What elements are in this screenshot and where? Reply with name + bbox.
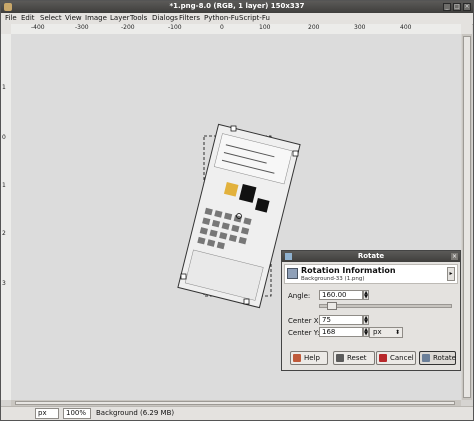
rotate-icon <box>287 268 298 279</box>
status-message: Background (6.29 MB) <box>96 409 175 417</box>
dialog-header: Rotation Information Background-33 (1.pn… <box>284 264 458 284</box>
dialog-close-icon[interactable]: × <box>451 253 458 260</box>
rotate-button-icon <box>422 354 430 362</box>
menu-python-fu[interactable]: Python-Fu <box>204 14 239 22</box>
ruler-label: 1 <box>2 182 6 189</box>
help-button[interactable]: Help <box>290 351 328 365</box>
menu-dialogs[interactable]: Dialogs <box>152 14 178 22</box>
maximize-icon[interactable]: □ <box>453 3 461 11</box>
dialog-title-bar[interactable]: Rotate × <box>282 251 460 262</box>
ruler-label: 0 <box>2 134 6 141</box>
ruler-label: 2 <box>2 230 6 237</box>
center-y-label: Center Y: <box>288 329 320 337</box>
menu-edit[interactable]: Edit <box>21 14 35 22</box>
center-y-input[interactable]: 168 <box>319 327 363 337</box>
ruler-label: 200 <box>308 24 320 31</box>
reset-label: Reset <box>347 354 367 362</box>
status-bar: px 100% Background (6.29 MB) <box>1 406 473 420</box>
menu-file[interactable]: File <box>5 14 17 22</box>
angle-slider-handle[interactable] <box>327 302 337 310</box>
reset-button[interactable]: Reset <box>333 351 375 365</box>
ruler-label: -100 <box>168 24 182 31</box>
center-x-spinner-icon[interactable]: ▲ ▼ <box>363 315 369 325</box>
reset-icon <box>336 354 344 362</box>
ruler-label: -200 <box>121 24 135 31</box>
title-bar[interactable]: *1.png-8.0 (RGB, 1 layer) 150x337 _ □ × <box>1 1 473 13</box>
angle-spinner-icon[interactable]: ▲ ▼ <box>363 290 369 300</box>
quick-mask-corner[interactable] <box>1 24 11 34</box>
navigate-icon[interactable] <box>461 24 472 34</box>
angle-label: Angle: <box>288 292 311 300</box>
menu-image[interactable]: Image <box>85 14 107 22</box>
window-title: *1.png-8.0 (RGB, 1 layer) 150x337 <box>169 2 305 10</box>
rotate-dialog: Rotate × Rotation Information Background… <box>281 250 461 371</box>
unit-dropdown[interactable]: px ⬍ <box>369 327 403 338</box>
menu-view[interactable]: View <box>65 14 82 22</box>
menu-tools[interactable]: Tools <box>130 14 147 22</box>
gimp-image-window: *1.png-8.0 (RGB, 1 layer) 150x337 _ □ × … <box>0 0 474 421</box>
cancel-button[interactable]: Cancel <box>376 351 416 365</box>
minimize-icon[interactable]: _ <box>443 3 451 11</box>
ruler-label: -300 <box>75 24 89 31</box>
zoom-select[interactable]: 100% <box>63 408 91 419</box>
help-label: Help <box>304 354 320 362</box>
ruler-label: 100 <box>259 24 271 31</box>
ruler-label: 3 <box>2 280 6 287</box>
preview-toggle-icon[interactable]: ▸ <box>447 267 455 281</box>
cancel-icon <box>379 354 387 362</box>
unit-select[interactable]: px <box>35 408 59 419</box>
angle-input[interactable]: 160.00 <box>319 290 363 300</box>
rotate-button[interactable]: Rotate <box>419 351 456 365</box>
menu-script-fu[interactable]: Script-Fu <box>239 14 270 22</box>
help-icon <box>293 354 301 362</box>
angle-slider[interactable] <box>319 302 452 310</box>
unit-value: px <box>38 409 47 417</box>
header-title: Rotation Information <box>301 266 396 275</box>
menu-filters[interactable]: Filters <box>179 14 200 22</box>
ruler-label: 1 <box>2 84 6 91</box>
ruler-label: 0 <box>220 24 224 31</box>
center-x-input[interactable]: 75 <box>319 315 363 325</box>
chevron-down-icon: ⬍ <box>394 329 400 336</box>
unit-dropdown-value: px <box>373 328 382 336</box>
vertical-scrollbar[interactable] <box>462 34 472 400</box>
center-x-label: Center X: <box>288 317 321 325</box>
ruler-label: -400 <box>31 24 45 31</box>
dialog-title: Rotate <box>357 252 385 260</box>
ruler-label: 400 <box>400 24 412 31</box>
cancel-label: Cancel <box>390 354 414 362</box>
menu-select[interactable]: Select <box>40 14 62 22</box>
menu-layer[interactable]: Layer <box>110 14 130 22</box>
header-subtitle: Background-33 (1.png) <box>301 276 365 282</box>
close-icon[interactable]: × <box>463 3 471 11</box>
zoom-value: 100% <box>66 409 87 417</box>
rotate-label: Rotate <box>433 354 456 362</box>
ruler-label: 300 <box>354 24 366 31</box>
